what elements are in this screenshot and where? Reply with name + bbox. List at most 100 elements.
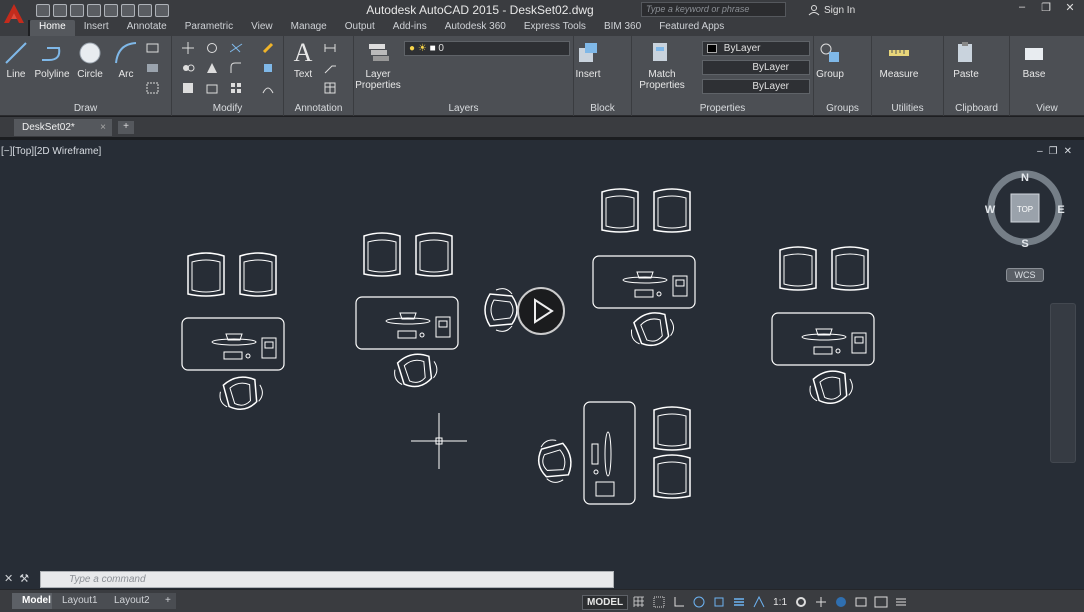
view-panel-title[interactable]: View xyxy=(1010,103,1084,114)
circle-tool[interactable]: Circle xyxy=(70,40,110,80)
ortho-icon[interactable] xyxy=(672,595,686,609)
tab-add-ins[interactable]: Add-ins xyxy=(384,20,436,36)
region-icon[interactable] xyxy=(146,82,159,94)
tab-insert[interactable]: Insert xyxy=(75,20,118,36)
clipboard-panel-title[interactable]: Clipboard xyxy=(944,103,1009,114)
tab-autodesk-360[interactable]: Autodesk 360 xyxy=(436,20,515,36)
add-layout-button[interactable]: + xyxy=(160,593,176,609)
hatch-icon[interactable] xyxy=(146,62,159,74)
modify-panel-title[interactable]: Modify xyxy=(172,103,283,114)
explode-icon[interactable] xyxy=(262,62,275,74)
draw-panel: Line Polyline Circle Arc Draw xyxy=(0,36,172,116)
block-panel-title[interactable]: Block xyxy=(574,103,631,114)
linetype-dropdown[interactable]: ByLayer xyxy=(702,60,810,75)
tab-parametric[interactable]: Parametric xyxy=(176,20,242,36)
quick-access-toolbar xyxy=(36,2,169,18)
rectangle-icon[interactable] xyxy=(146,42,159,54)
layer-properties-tool[interactable]: Layer Properties xyxy=(354,40,402,91)
tab-layout1[interactable]: Layout1 xyxy=(52,593,108,609)
fillet-icon[interactable] xyxy=(230,62,243,74)
annotation-scale-icon[interactable] xyxy=(752,595,766,609)
grid-icon[interactable] xyxy=(632,595,646,609)
paste-tool[interactable]: Paste xyxy=(946,40,986,80)
close-icon[interactable]: ✕ xyxy=(1062,1,1078,17)
tab-annotate[interactable]: Annotate xyxy=(118,20,176,36)
offset-icon[interactable] xyxy=(262,82,275,94)
rotate-icon[interactable] xyxy=(206,42,219,54)
customization-menu-icon[interactable] xyxy=(894,595,908,609)
polar-icon[interactable] xyxy=(692,595,706,609)
measure-tool[interactable]: Measure xyxy=(876,40,922,80)
customize-qat-icon[interactable] xyxy=(155,3,169,17)
stretch-icon[interactable] xyxy=(182,82,195,94)
base-tool[interactable]: Base xyxy=(1014,40,1054,80)
table-icon[interactable] xyxy=(324,82,337,94)
print-icon[interactable] xyxy=(104,3,118,17)
close-tab-icon[interactable]: × xyxy=(100,122,106,133)
trim-icon[interactable] xyxy=(230,42,243,54)
drawing-canvas[interactable]: [−][Top][2D Wireframe] – ❐ ✕ TOP N S E W… xyxy=(0,137,1084,569)
video-play-button[interactable] xyxy=(517,287,565,335)
erase-icon[interactable] xyxy=(262,42,275,54)
polyline-tool[interactable]: Polyline xyxy=(30,40,74,80)
dimension-icon[interactable] xyxy=(324,42,337,54)
tab-manage[interactable]: Manage xyxy=(282,20,336,36)
redo-icon[interactable] xyxy=(138,3,152,17)
move-icon[interactable] xyxy=(182,42,195,54)
autocad-logo-icon xyxy=(4,4,24,23)
array-icon[interactable] xyxy=(230,82,243,94)
annotation-scale-value[interactable]: 1:1 xyxy=(773,597,787,608)
isolate-objects-icon[interactable] xyxy=(834,595,848,609)
close-command-line-icon[interactable]: ✕ xyxy=(4,572,13,585)
annotation-panel-title[interactable]: Annotation xyxy=(284,103,353,114)
command-input[interactable]: Type a command xyxy=(40,571,614,588)
mirror-icon[interactable] xyxy=(206,62,219,74)
scale-icon[interactable] xyxy=(206,82,219,94)
new-icon[interactable] xyxy=(36,3,50,17)
color-dropdown[interactable]: ByLayer xyxy=(702,41,810,56)
file-tab-deskset02[interactable]: DeskSet02* × xyxy=(14,119,112,136)
desk-3 xyxy=(592,255,696,309)
tab-view[interactable]: View xyxy=(242,20,282,36)
plus-icon[interactable] xyxy=(814,595,828,609)
minimize-icon[interactable]: – xyxy=(1014,1,1030,17)
lineweight-icon[interactable] xyxy=(732,595,746,609)
open-icon[interactable] xyxy=(53,3,67,17)
layer-dropdown[interactable]: ● ☀ ■ 0 xyxy=(404,41,570,56)
object-snap-icon[interactable] xyxy=(712,595,726,609)
model-space-button[interactable]: MODEL xyxy=(582,594,629,610)
save-as-icon[interactable] xyxy=(87,3,101,17)
hardware-acceleration-icon[interactable] xyxy=(854,595,868,609)
properties-panel-title[interactable]: Properties xyxy=(632,103,813,114)
leader-icon[interactable] xyxy=(324,62,337,74)
draw-panel-title[interactable]: Draw xyxy=(0,103,171,114)
application-menu-button[interactable] xyxy=(0,0,28,36)
tab-express-tools[interactable]: Express Tools xyxy=(515,20,595,36)
layers-panel-title[interactable]: Layers xyxy=(354,103,573,114)
tab-layout2[interactable]: Layout2 xyxy=(104,593,160,609)
lineweight-dropdown[interactable]: ByLayer xyxy=(702,79,810,94)
undo-icon[interactable] xyxy=(121,3,135,17)
window-controls: – ❐ ✕ xyxy=(1014,1,1078,17)
match-properties-tool[interactable]: Match Properties xyxy=(636,40,688,91)
customize-command-line-icon[interactable]: ⚒ xyxy=(19,572,29,585)
search-input[interactable]: Type a keyword or phrase xyxy=(641,2,786,17)
tab-featured-apps[interactable]: Featured Apps xyxy=(650,20,733,36)
group-tool[interactable]: Group xyxy=(810,40,850,80)
restore-icon[interactable]: ❐ xyxy=(1038,1,1054,17)
utilities-panel-title[interactable]: Utilities xyxy=(872,103,943,114)
clean-screen-icon[interactable] xyxy=(874,595,888,609)
text-tool[interactable]: A Text xyxy=(283,40,323,81)
save-icon[interactable] xyxy=(70,3,84,17)
copy-icon[interactable] xyxy=(182,62,195,74)
groups-panel-title[interactable]: Groups xyxy=(814,103,871,114)
insert-tool[interactable]: Insert xyxy=(568,40,608,80)
tab-home[interactable]: Home xyxy=(30,20,75,36)
workspace-gear-icon[interactable] xyxy=(794,595,808,609)
arc-tool[interactable]: Arc xyxy=(106,40,146,80)
sign-in-button[interactable]: Sign In xyxy=(808,2,855,18)
tab-output[interactable]: Output xyxy=(336,20,384,36)
snap-icon[interactable] xyxy=(652,595,666,609)
new-tab-button[interactable]: + xyxy=(118,121,134,134)
tab-bim-360[interactable]: BIM 360 xyxy=(595,20,650,36)
